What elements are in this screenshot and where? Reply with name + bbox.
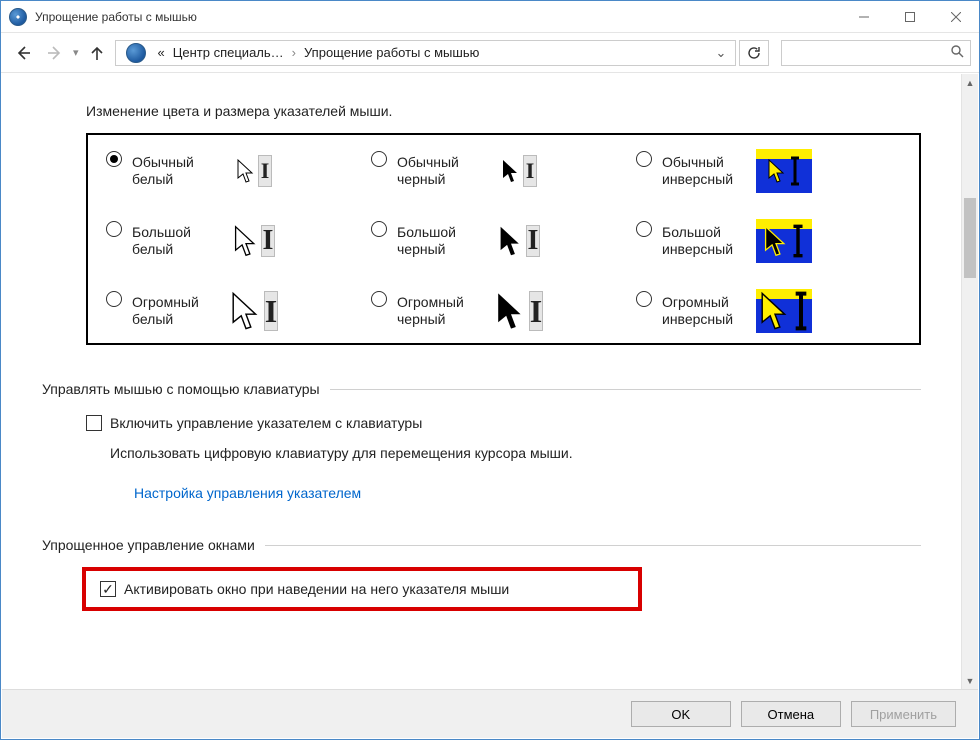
pointer-option-extra-large-white[interactable]: Огромныйбелый I: [106, 289, 371, 333]
link-mouse-keys-settings[interactable]: Настройка управления указателем: [134, 485, 921, 501]
window-title: Упрощение работы с мышью: [35, 10, 841, 24]
ok-button[interactable]: OK: [631, 701, 731, 727]
radio-regular-black[interactable]: [371, 151, 387, 167]
group-heading-keyboard: Управлять мышью с помощью клавиатуры: [42, 381, 320, 397]
radio-extra-large-inverted[interactable]: [636, 291, 652, 307]
radio-extra-large-white[interactable]: [106, 291, 122, 307]
app-icon: [9, 8, 27, 26]
radio-label: Обычныйчерный: [397, 154, 481, 189]
maximize-button[interactable]: [887, 1, 933, 32]
button-bar: OK Отмена Применить: [2, 689, 978, 738]
pointer-option-regular-white[interactable]: Обычныйбелый I: [106, 149, 371, 193]
group-window-management: Упрощенное управление окнами Активироват…: [42, 537, 921, 611]
vertical-scrollbar[interactable]: ▲ ▼: [961, 74, 978, 689]
checkbox-mouse-keys-label: Включить управление указателем с клавиат…: [110, 415, 422, 431]
radio-label: Большойинверсный: [662, 224, 746, 259]
checkbox-activate-on-hover[interactable]: Активировать окно при наведении на него …: [100, 581, 624, 597]
pointer-option-extra-large-inverted[interactable]: Огромныйинверсный: [636, 289, 901, 333]
up-button[interactable]: [83, 39, 111, 67]
radio-regular-inverted[interactable]: [636, 151, 652, 167]
radio-label: Обычныйбелый: [132, 154, 216, 189]
forward-button[interactable]: [41, 39, 69, 67]
window-controls: [841, 1, 979, 32]
close-button[interactable]: [933, 1, 979, 32]
radio-large-inverted[interactable]: [636, 221, 652, 237]
pointer-option-regular-black[interactable]: Обычныйчерный I: [371, 149, 636, 193]
pointer-option-large-white[interactable]: Большойбелый I: [106, 219, 371, 263]
radio-label: Большойбелый: [132, 224, 216, 259]
breadcrumb-item-1[interactable]: Центр специаль…: [173, 45, 284, 60]
control-panel-icon: [126, 43, 146, 63]
search-box[interactable]: [781, 40, 971, 66]
cursor-preview: I: [491, 289, 547, 333]
refresh-button[interactable]: [739, 40, 769, 66]
checkbox-mouse-keys-box[interactable]: [86, 415, 102, 431]
radio-large-black[interactable]: [371, 221, 387, 237]
checkbox-activate-on-hover-label: Активировать окно при наведении на него …: [124, 581, 509, 597]
scroll-down-icon[interactable]: ▼: [962, 672, 978, 689]
radio-large-white[interactable]: [106, 221, 122, 237]
radio-label: Огромныйчерный: [397, 294, 481, 329]
radio-label: Большойчерный: [397, 224, 481, 259]
pointer-option-regular-inverted[interactable]: Обычныйинверсный: [636, 149, 901, 193]
radio-label: Огромныйинверсный: [662, 294, 746, 329]
section-heading-pointers-cutoff: X: [40, 74, 937, 83]
cursor-preview: I: [226, 219, 282, 263]
minimize-button[interactable]: [841, 1, 887, 32]
pointer-section-description: Изменение цвета и размера указателей мыш…: [86, 103, 937, 119]
pointer-option-extra-large-black[interactable]: Огромныйчерный I: [371, 289, 636, 333]
search-input[interactable]: [788, 45, 951, 61]
breadcrumb-prefix: «: [158, 45, 165, 60]
cursor-preview: [756, 219, 812, 263]
recent-dropdown-icon[interactable]: ▾: [73, 46, 79, 59]
radio-label: Огромныйбелый: [132, 294, 216, 329]
checkbox-mouse-keys[interactable]: Включить управление указателем с клавиат…: [86, 415, 921, 431]
scroll-up-icon[interactable]: ▲: [962, 74, 978, 91]
highlight-activate-on-hover: Активировать окно при наведении на него …: [82, 567, 642, 611]
cursor-preview: I: [491, 149, 547, 193]
back-button[interactable]: [9, 39, 37, 67]
breadcrumb-dropdown-icon[interactable]: ⌄: [713, 45, 729, 61]
scrollbar-thumb[interactable]: [964, 198, 976, 278]
apply-button[interactable]: Применить: [851, 701, 956, 727]
cursor-preview: I: [226, 289, 282, 333]
group-heading-windows: Упрощенное управление окнами: [42, 537, 255, 553]
titlebar: Упрощение работы с мышью: [1, 1, 979, 33]
divider: [330, 389, 921, 390]
content-area: X Изменение цвета и размера указателей м…: [2, 74, 978, 689]
cancel-button[interactable]: Отмена: [741, 701, 841, 727]
radio-regular-white[interactable]: [106, 151, 122, 167]
search-icon[interactable]: [951, 45, 964, 61]
chevron-right-icon: ›: [292, 45, 296, 60]
group-keyboard-control: Управлять мышью с помощью клавиатуры Вкл…: [42, 381, 921, 501]
cursor-preview: [756, 149, 812, 193]
pointer-option-large-black[interactable]: Большойчерный I: [371, 219, 636, 263]
mouse-keys-description: Использовать цифровую клавиатуру для пер…: [110, 445, 921, 461]
divider: [265, 545, 921, 546]
cursor-preview: I: [226, 149, 282, 193]
breadcrumb-bar[interactable]: « Центр специаль… › Упрощение работы с м…: [115, 40, 736, 66]
pointer-option-large-inverted[interactable]: Большойинверсный: [636, 219, 901, 263]
breadcrumb-item-2[interactable]: Упрощение работы с мышью: [304, 45, 479, 60]
pointer-scheme-box: Обычныйбелый I Обычныйчерный I: [86, 133, 921, 345]
cursor-preview: I: [491, 219, 547, 263]
cursor-preview: [756, 289, 812, 333]
radio-label: Обычныйинверсный: [662, 154, 746, 189]
radio-extra-large-black[interactable]: [371, 291, 387, 307]
checkbox-activate-on-hover-box[interactable]: [100, 581, 116, 597]
navbar: ▾ « Центр специаль… › Упрощение работы с…: [1, 33, 979, 73]
